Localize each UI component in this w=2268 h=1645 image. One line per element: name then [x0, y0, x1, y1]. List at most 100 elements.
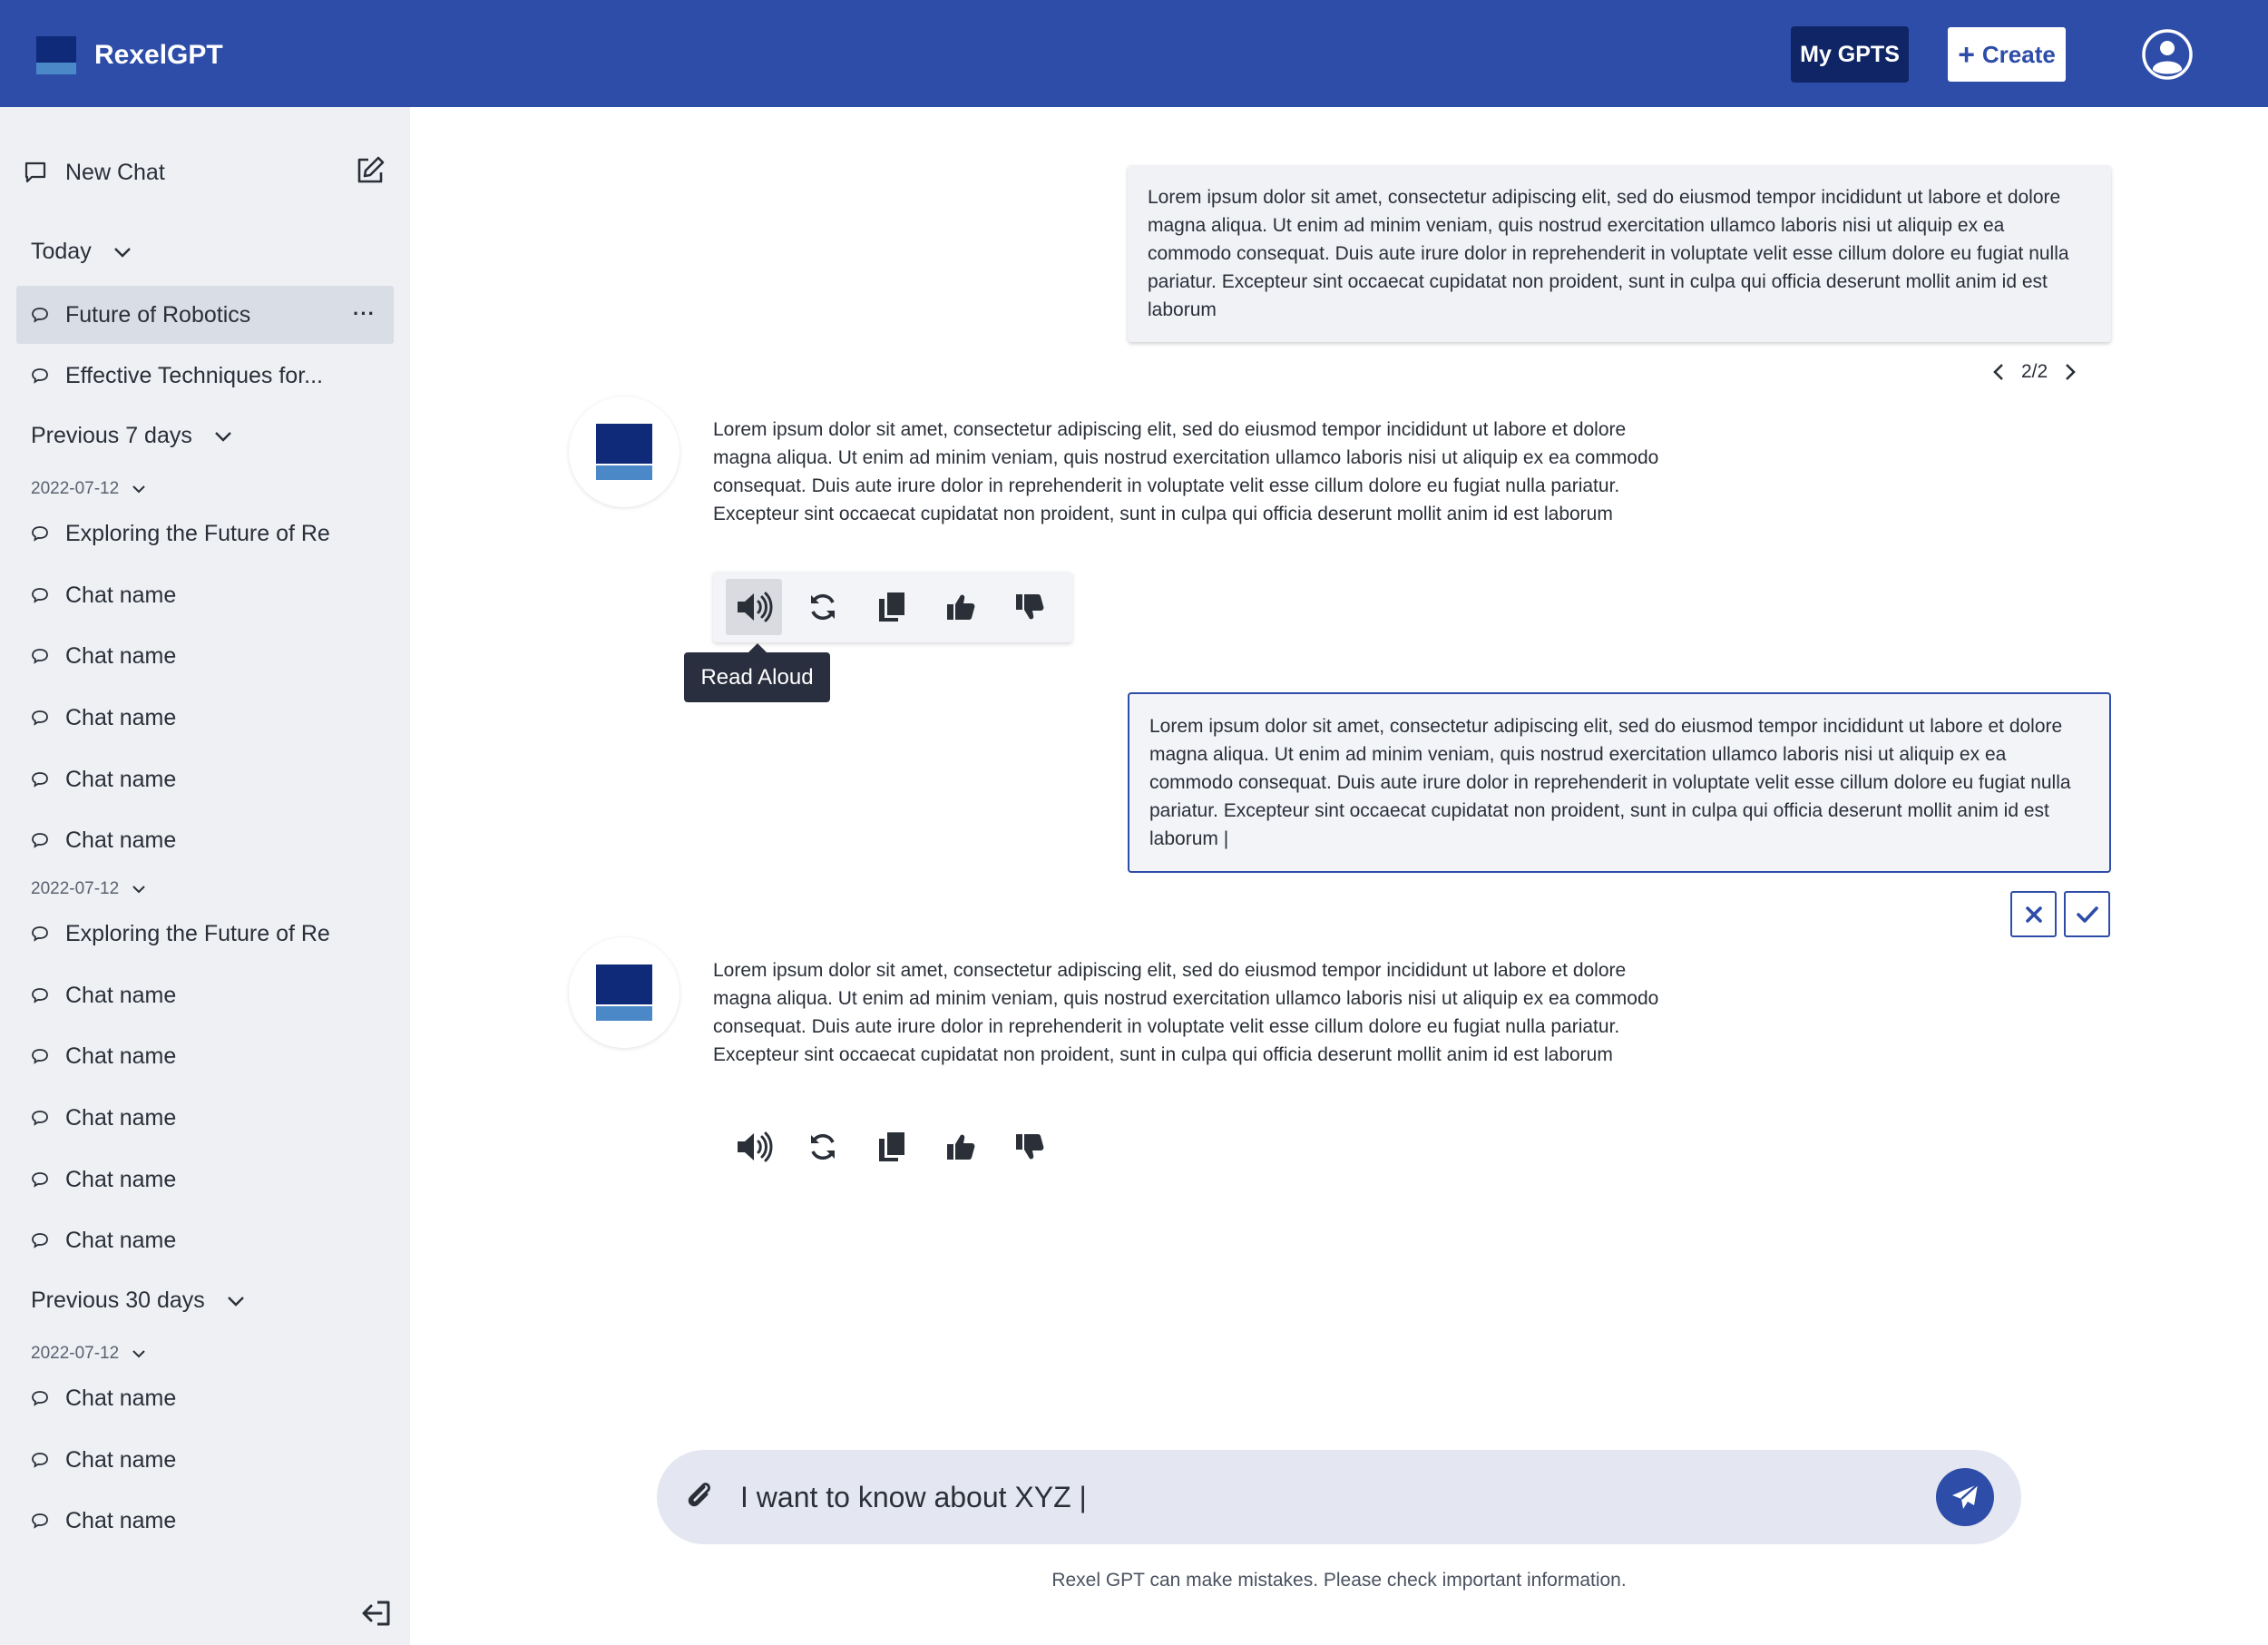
read-aloud-button[interactable]: [726, 1119, 782, 1175]
group-previous-7-days[interactable]: Previous 7 days: [31, 423, 232, 449]
chevron-down-icon: [132, 886, 145, 894]
paperclip-icon: [688, 1482, 710, 1506]
thumbs-down-icon: [1016, 594, 1044, 620]
account-avatar[interactable]: [2141, 28, 2194, 81]
brand[interactable]: RexelGPT: [36, 36, 223, 74]
sidebar-chat-item[interactable]: Future of Robotics ···: [16, 286, 394, 344]
chat-title: Chat name: [65, 1043, 177, 1069]
top-app-bar: RexelGPT My GPTS + Create: [0, 0, 2268, 107]
sidebar-chat-item[interactable]: Exploring the Future of Re: [16, 905, 394, 963]
create-button[interactable]: + Create: [1948, 27, 2066, 82]
chat-icon: [32, 1453, 48, 1468]
chat-title: Chat name: [65, 704, 177, 730]
copy-button[interactable]: [864, 579, 920, 635]
sidebar-chat-item[interactable]: Chat name: [16, 1089, 394, 1147]
chat-icon: [32, 1233, 48, 1248]
sidebar: New Chat Today Future of Robotics ··· Ef…: [0, 107, 410, 1645]
chevron-down-icon: [227, 1296, 244, 1307]
sidebar-chat-item[interactable]: Chat name: [16, 1211, 394, 1269]
chat-icon: [32, 308, 48, 323]
date-group[interactable]: 2022-07-12: [31, 879, 146, 899]
sidebar-chat-item[interactable]: Chat name: [16, 1027, 394, 1085]
send-button[interactable]: [1936, 1468, 1994, 1526]
regenerate-button[interactable]: [795, 579, 851, 635]
chat-title: Effective Techniques for...: [65, 362, 323, 388]
chat-icon: [32, 1391, 48, 1406]
thumbs-down-button[interactable]: [1002, 579, 1058, 635]
my-gpts-button[interactable]: My GPTS: [1791, 26, 1909, 83]
cancel-edit-button[interactable]: [2010, 891, 2057, 937]
regenerate-button[interactable]: [795, 1119, 851, 1175]
thumbs-up-button[interactable]: [933, 1119, 989, 1175]
assistant-message: Lorem ipsum dolor sit amet, consectetur …: [713, 419, 1659, 524]
refresh-icon: [811, 593, 835, 621]
plus-icon: +: [1958, 38, 1975, 71]
sidebar-chat-item[interactable]: Chat name: [16, 750, 394, 808]
sidebar-chat-item[interactable]: Chat name: [16, 966, 394, 1024]
chevron-down-icon: [132, 485, 145, 494]
chevron-left-icon[interactable]: [1992, 362, 2005, 382]
message-composer: I want to know about XYZ |: [657, 1450, 2021, 1544]
copy-icon: [879, 1132, 904, 1161]
speaker-icon: [738, 1131, 773, 1162]
sidebar-chat-item[interactable]: Chat name: [16, 1492, 394, 1550]
group-today[interactable]: Today: [31, 239, 132, 265]
copy-button[interactable]: [864, 1119, 920, 1175]
create-label: Create: [1981, 40, 2056, 68]
rexel-logo: [36, 36, 76, 74]
confirm-edit-button[interactable]: [2064, 891, 2110, 937]
more-options-icon[interactable]: ···: [353, 302, 376, 326]
refresh-icon: [811, 1133, 835, 1160]
read-aloud-button[interactable]: [726, 579, 782, 635]
thumbs-up-button[interactable]: [933, 579, 989, 635]
sidebar-chat-item[interactable]: Exploring the Future of Re: [16, 504, 394, 563]
sidebar-chat-item[interactable]: Chat name: [16, 627, 394, 685]
chat-title: Chat name: [65, 1104, 177, 1131]
chat-title: Exploring the Future of Re: [65, 920, 330, 946]
sidebar-chat-item[interactable]: Chat name: [16, 689, 394, 747]
logout-button[interactable]: [361, 1599, 394, 1632]
date-group[interactable]: 2022-07-12: [31, 479, 146, 499]
pager-count: 2/2: [2021, 361, 2048, 382]
speech-bubble-icon: [24, 162, 46, 183]
new-chat-label: New Chat: [65, 159, 165, 185]
chat-icon: [32, 926, 48, 942]
date-label: 2022-07-12: [31, 879, 120, 898]
app-name: RexelGPT: [94, 40, 223, 70]
disclaimer: Rexel GPT can make mistakes. Please chec…: [1051, 1570, 1627, 1591]
sidebar-chat-item[interactable]: Chat name: [16, 1151, 394, 1209]
group-label: Today: [31, 239, 92, 264]
chat-icon: [32, 710, 48, 726]
sidebar-chat-item[interactable]: Effective Techniques for...: [16, 347, 394, 405]
chat-title: Chat name: [65, 1446, 177, 1473]
chat-icon: [32, 588, 48, 603]
read-aloud-tooltip: Read Aloud: [684, 643, 830, 702]
chat-icon: [32, 1172, 48, 1188]
assistant-message: Lorem ipsum dolor sit amet, consectetur …: [713, 960, 1659, 1065]
user-message-editor[interactable]: Lorem ipsum dolor sit amet, consectetur …: [1128, 692, 2111, 873]
chat-icon: [32, 1513, 48, 1529]
chat-icon: [32, 1111, 48, 1126]
sidebar-chat-item[interactable]: Chat name: [16, 811, 394, 869]
chat-icon: [32, 988, 48, 1004]
date-group[interactable]: 2022-07-12: [31, 1344, 146, 1364]
chat-title: Chat name: [65, 1385, 177, 1411]
sidebar-chat-item[interactable]: Chat name: [16, 1369, 394, 1427]
group-previous-30-days[interactable]: Previous 30 days: [31, 1288, 245, 1314]
chat-title: Future of Robotics: [65, 301, 251, 328]
thumbs-down-button[interactable]: [1002, 1119, 1058, 1175]
chat-title: Chat name: [65, 1507, 177, 1533]
chat-icon: [32, 368, 48, 384]
sidebar-chat-item[interactable]: Chat name: [16, 1431, 394, 1489]
message-input[interactable]: I want to know about XYZ |: [740, 1481, 1829, 1514]
thumbs-down-icon: [1016, 1134, 1044, 1160]
thumbs-up-icon: [947, 1134, 975, 1160]
chevron-right-icon[interactable]: [2064, 362, 2077, 382]
attach-button[interactable]: [684, 1479, 713, 1516]
sidebar-chat-item[interactable]: Chat name: [16, 566, 394, 624]
user-circle-icon: [2142, 29, 2193, 80]
chat-icon: [32, 526, 48, 542]
new-chat-button[interactable]: New Chat: [24, 152, 386, 192]
date-label: 2022-07-12: [31, 1344, 120, 1363]
chevron-down-icon: [113, 247, 131, 258]
